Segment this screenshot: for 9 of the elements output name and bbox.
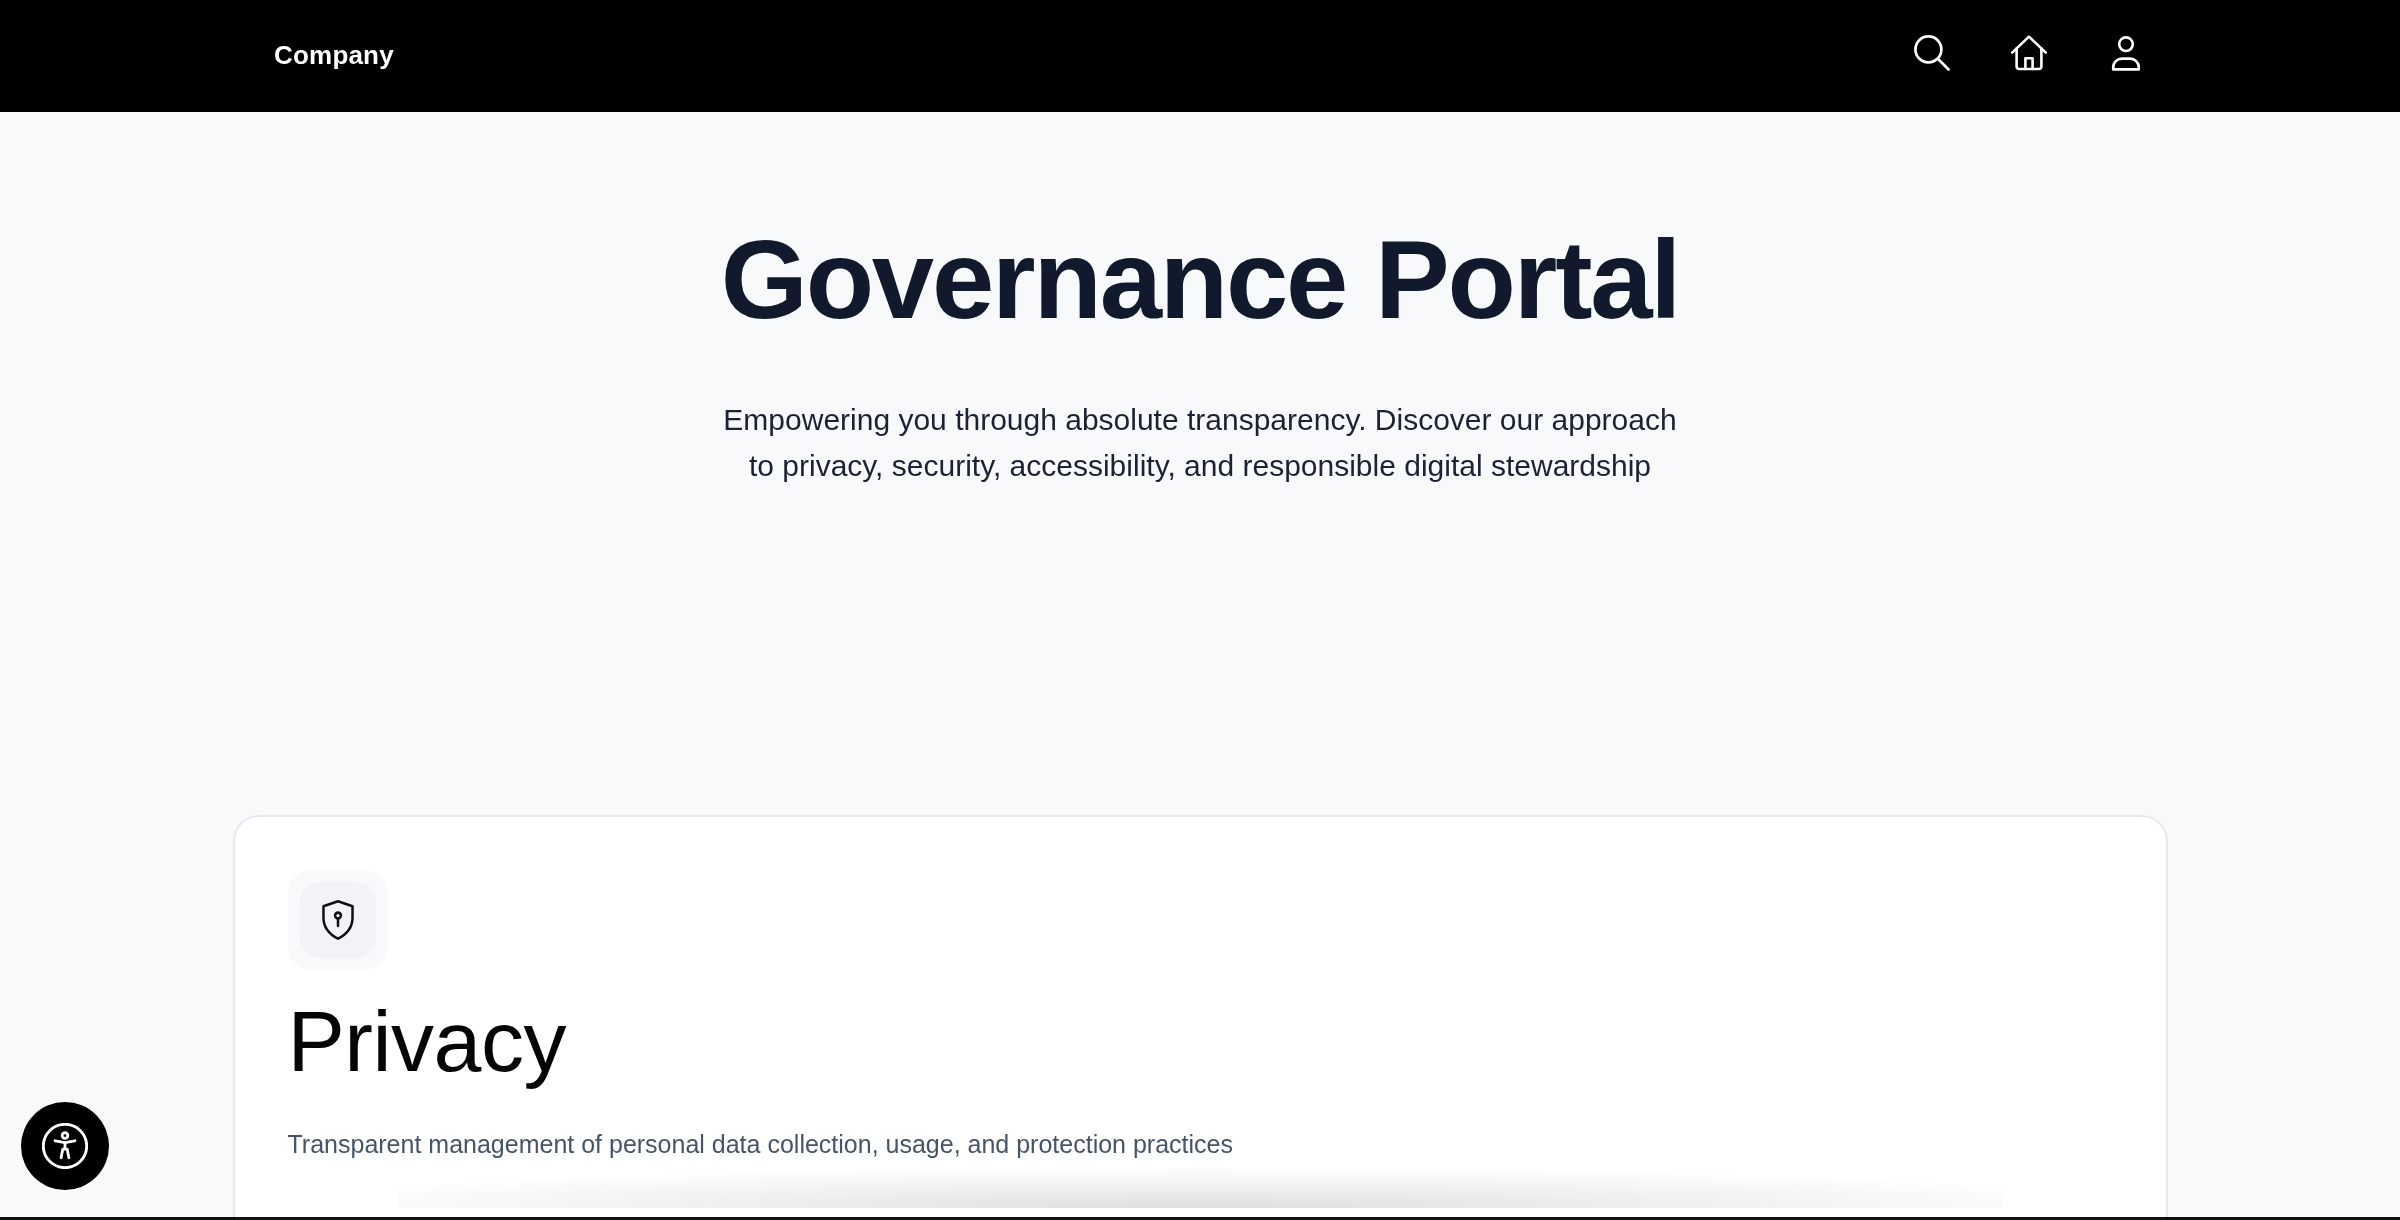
card-title: Privacy bbox=[287, 994, 567, 1089]
home-icon bbox=[2011, 35, 2047, 71]
page-title: Governance Portal bbox=[719, 218, 1681, 342]
page-subtitle: Empowering you through absolute transparency. Discover our approach to privacy, security, accessibility, and responsible digital stewardship bbox=[722, 402, 1678, 485]
search-icon bbox=[1914, 35, 1950, 71]
brand-name[interactable]: Company bbox=[274, 35, 394, 75]
shield-keyhole-icon bbox=[287, 870, 388, 971]
card-description: Transparent management of personal data collection, usage, and protection practices bbox=[287, 1128, 1234, 1160]
accessibility-icon bbox=[42, 1123, 88, 1169]
